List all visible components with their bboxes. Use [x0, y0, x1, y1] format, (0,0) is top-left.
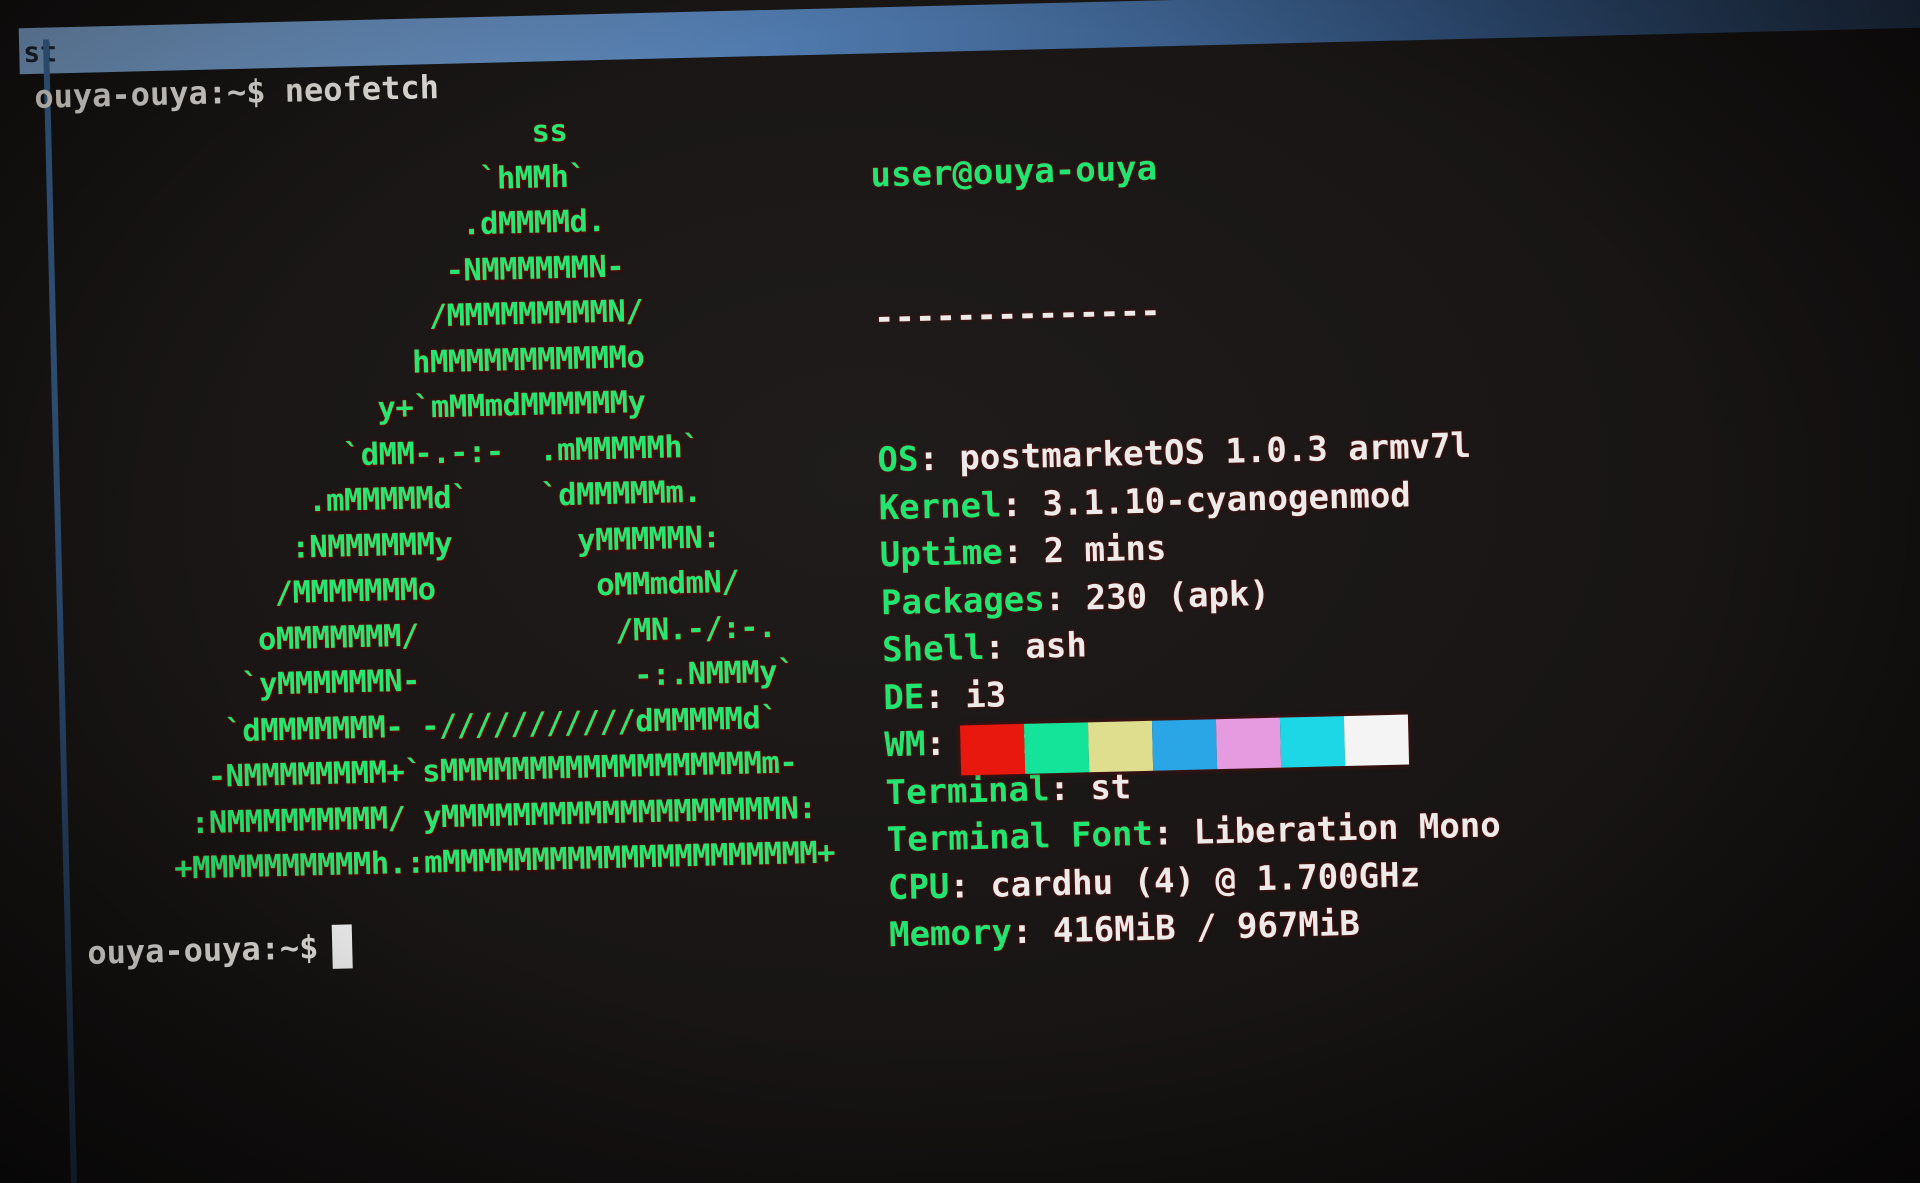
system-info-panel: user@ouya-ouya -------------- OS: postma…: [868, 42, 1506, 1054]
info-key: Kernel: [878, 484, 1002, 528]
color-swatch: [1087, 720, 1154, 773]
text-cursor: [331, 924, 353, 969]
info-value: ash: [1024, 625, 1088, 667]
info-colon: :: [1152, 812, 1195, 854]
info-colon: :: [1048, 767, 1091, 809]
info-value: i3: [964, 674, 1007, 716]
info-value: 416MiB / 967MiB: [1052, 903, 1361, 952]
info-value: Liberation Mono: [1193, 805, 1502, 853]
info-key: Uptime: [879, 532, 1004, 576]
info-key: DE: [882, 676, 925, 718]
info-separator: --------------: [873, 290, 1162, 338]
info-value: postmarketOS 1.0.3 armv7l: [958, 425, 1472, 479]
distro-ascii-logo: ss `hMMh` .dMMMMd. -NMMMMMMN- /MMMMMMMMM…: [31, 113, 836, 890]
info-colon: :: [1000, 483, 1043, 525]
info-key: Terminal Font: [886, 813, 1154, 861]
info-colon: :: [1044, 577, 1087, 619]
color-swatch: [1343, 714, 1410, 767]
color-swatch: [960, 723, 1026, 776]
info-colon: :: [1002, 531, 1045, 573]
info-value: 2 mins: [1043, 528, 1167, 572]
info-key: WM: [883, 724, 926, 766]
info-key: Shell: [881, 627, 985, 671]
info-list: OS: postmarketOS 1.0.3 armv7l Kernel: 3.1…: [877, 422, 1504, 959]
user-host: user@ouya-ouya: [870, 148, 1158, 196]
command-line: ouya-ouya:~$ neofetch: [33, 67, 440, 116]
info-key: OS: [877, 439, 919, 481]
screen: st ouya-ouya:~$ neofetch ss `hMMh` .dMMM…: [0, 0, 1920, 1183]
info-colon: :: [917, 438, 960, 480]
color-swatch: [1279, 716, 1346, 768]
info-value: 3.1.10-cyanogenmod: [1041, 474, 1412, 524]
color-swatch: [1215, 717, 1282, 770]
info-key: CPU: [887, 866, 950, 908]
info-key: Memory: [888, 912, 1013, 956]
info-value: st: [1089, 766, 1132, 808]
color-swatch: [1023, 722, 1090, 774]
info-colon: :: [1011, 911, 1054, 953]
info-colon: :: [983, 626, 1026, 668]
info-key: Terminal: [885, 768, 1050, 813]
window-title: st: [22, 35, 58, 70]
terminal-window[interactable]: st ouya-ouya:~$ neofetch ss `hMMh` .dMMM…: [18, 0, 1920, 1183]
info-colon: :: [948, 865, 991, 907]
prompt-text: ouya-ouya:~$: [86, 928, 319, 972]
shell-prompt[interactable]: ouya-ouya:~$: [87, 924, 353, 974]
info-colon: :: [923, 675, 966, 717]
info-key: Packages: [880, 578, 1046, 623]
info-value: cardhu (4) @ 1.700GHz: [989, 854, 1421, 906]
color-swatch: [1151, 719, 1218, 771]
info-value: 230 (apk): [1085, 573, 1271, 618]
